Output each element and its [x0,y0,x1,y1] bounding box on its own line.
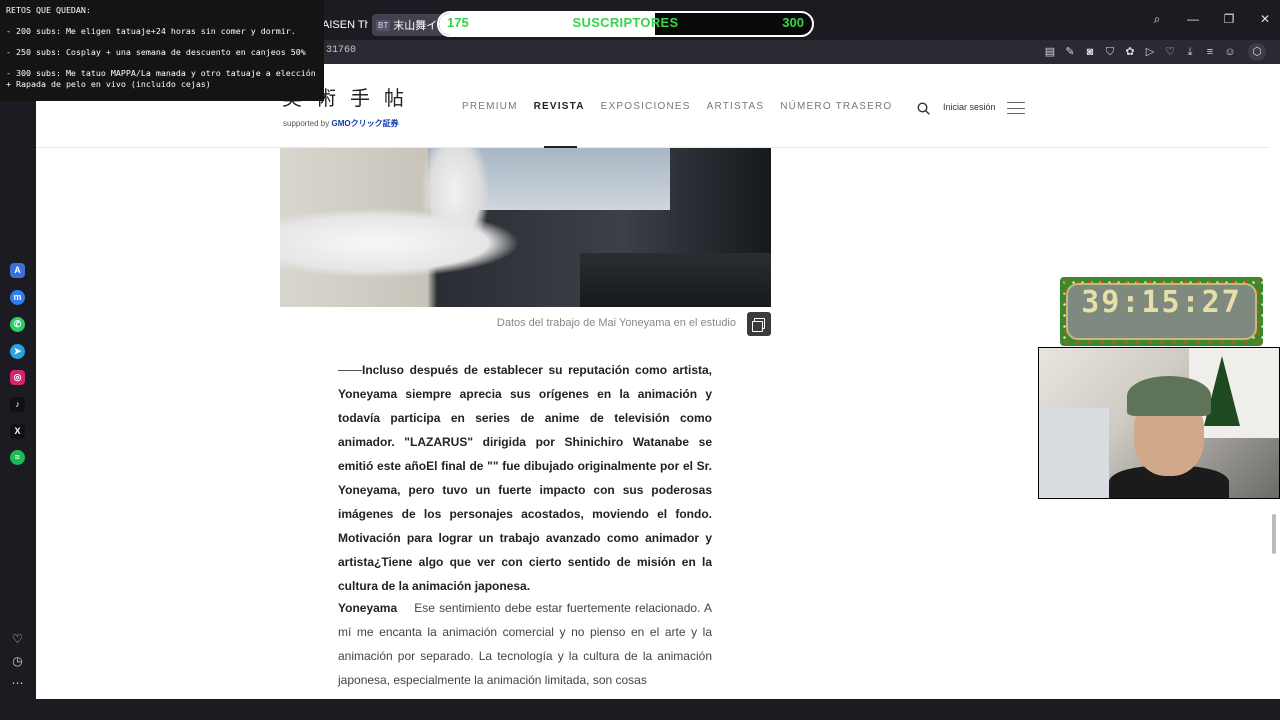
article-photo [280,148,771,307]
challenge-item: + Rapada de pelo en vivo (incluido cejas… [6,78,211,89]
sponsor-prefix: supported by [283,119,330,128]
shield-icon[interactable]: ⛉ [1104,46,1116,58]
subscriber-target: 300 [782,15,804,30]
tab-favicon-icon: BT [376,19,391,31]
challenge-item: - 200 subs: Me eligen tatuaje+24 horas s… [6,26,296,36]
login-link[interactable]: Iniciar sesión [943,102,996,112]
photo-caption: Datos del trabajo de Mai Yoneyama en el … [496,317,736,329]
interview-question: Incluso después de establecer su reputac… [338,358,712,598]
dash-rule [338,370,362,372]
main-nav: PREMIUM REVISTA EXPOSICIONES ARTISTAS NÚ… [462,101,908,148]
nav-revista[interactable]: REVISTA [534,101,585,148]
subscriber-label: SUSCRIPTORES [572,15,679,30]
timer-value: 39:15:27 [1081,285,1242,320]
toolbar-icons: ▤ ✎ ◙ ⛉ ✿ ▷ ♡ ⤓ ≡ ☺ ⬡ [1044,43,1266,61]
challenges-title: RETOS QUE QUEDAN: [6,5,91,15]
scrollbar-thumb[interactable] [1272,514,1276,554]
more-icon[interactable]: ⋯ [10,676,25,690]
stream-timer: 39:15:27 [1060,277,1263,346]
sponsor-brand[interactable]: GMOクリック証券 [332,119,399,128]
window-controls: ⌕ — ❐ ✕ [1150,12,1272,27]
challenge-item: - 300 subs: Me tatuo MAPPA/La manada y o… [6,68,316,78]
nav-exposiciones[interactable]: EXPOSICIONES [601,101,691,112]
nav-numero-trasero[interactable]: NÚMERO TRASERO [780,101,892,112]
cam-bed [1039,408,1109,498]
url-field[interactable]: 31760 [326,45,356,56]
aria-icon[interactable]: A [10,263,25,278]
edit-icon[interactable]: ✎ [1064,46,1076,58]
extensions-icon[interactable]: ⬡ [1248,43,1266,61]
nav-artistas[interactable]: ARTISTAS [707,101,765,112]
tab-aisen[interactable]: AISEN The C [322,14,368,36]
desk-shape [580,253,771,307]
arm-shape [280,208,520,278]
history-icon[interactable]: ◷ [10,654,25,668]
heart-icon[interactable]: ♡ [10,632,25,646]
answer-speaker: Yoneyama [338,601,398,615]
menu-icon[interactable]: ≡ [1204,46,1216,58]
minimize-icon[interactable]: — [1186,12,1200,27]
interview-answer: Yoneyama Ese sentimiento debe estar fuer… [338,596,712,692]
instagram-icon[interactable]: ◎ [10,370,25,385]
play-icon[interactable]: ▷ [1144,46,1156,58]
restore-icon[interactable]: ❐ [1222,12,1236,27]
question-text: Incluso después de establecer su reputac… [338,363,712,593]
subscriber-goal-bar: 175 SUSCRIPTORES 300 [437,11,814,37]
menu-icon[interactable] [1007,102,1025,114]
whatsapp-icon[interactable]: ✆ [10,317,25,332]
screen: AISEN The C BT 末山舞インタビ ⌕ — ❐ ✕ 31760 ▤ ✎… [0,0,1280,720]
messenger-icon[interactable]: m [10,290,25,305]
cam-streamer-cap [1127,376,1211,416]
close-icon[interactable]: ✕ [1258,12,1272,27]
nav-premium[interactable]: PREMIUM [462,101,518,112]
tab-title: AISEN The C [322,19,368,31]
camera-icon[interactable]: ◙ [1084,46,1096,58]
search-icon[interactable]: ⌕ [1150,12,1164,27]
sponsor-line: supported by GMOクリック証券 [283,118,399,129]
gallery-icon[interactable] [747,312,771,336]
search-icon[interactable] [917,102,930,115]
browser-sidebar: A m ✆ ➤ ◎ ♪ X ≈ ♡ ◷ ⋯ [0,64,34,700]
heart-icon[interactable]: ♡ [1164,46,1176,58]
extension-icon[interactable]: ✿ [1124,46,1136,58]
account-icon[interactable]: ☺ [1224,46,1236,58]
webcam-feed [1038,347,1280,499]
telegram-icon[interactable]: ➤ [10,344,25,359]
download-icon[interactable]: ⤓ [1184,46,1196,58]
tiktok-icon[interactable]: ♪ [10,397,25,412]
challenge-item: - 250 subs: Cosplay + una semana de desc… [6,47,306,57]
spotify-icon[interactable]: ≈ [10,450,25,465]
challenges-overlay: RETOS QUE QUEDAN: - 200 subs: Me eligen … [0,0,324,101]
reader-icon[interactable]: ▤ [1044,46,1056,58]
x-icon[interactable]: X [10,424,25,439]
